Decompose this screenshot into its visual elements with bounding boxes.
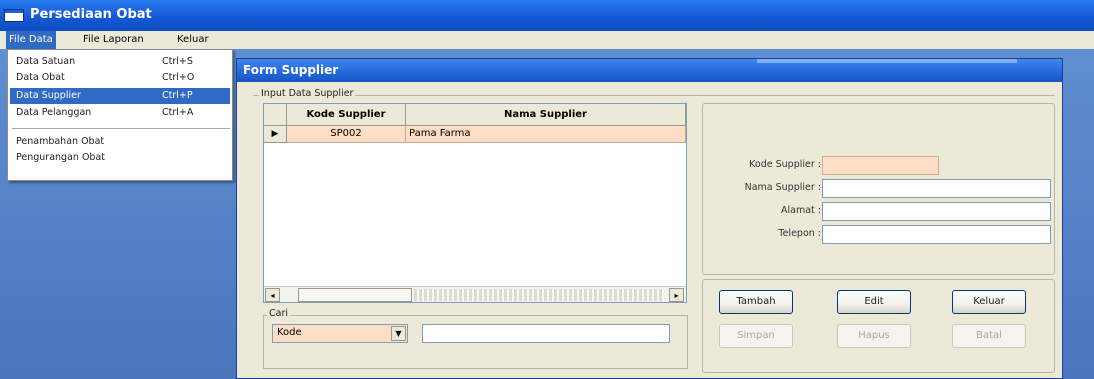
scroll-right-arrow-icon[interactable]: ▸ bbox=[669, 288, 684, 302]
titlebar-glow bbox=[757, 59, 1017, 63]
supplier-detail-panel: Kode Supplier : Nama Supplier : Alamat :… bbox=[702, 103, 1055, 275]
nama-supplier-label: Nama Supplier : bbox=[744, 182, 821, 193]
telepon-label: Telepon : bbox=[778, 228, 821, 239]
menubar: File Data File Laporan Keluar bbox=[0, 31, 1094, 49]
cari-combo-value: Kode bbox=[277, 327, 302, 338]
menu-item-label: Penambahan Obat bbox=[16, 136, 105, 147]
alamat-input[interactable] bbox=[822, 202, 1051, 221]
kode-supplier-input[interactable] bbox=[822, 156, 939, 175]
cari-combo[interactable]: Kode ▼ bbox=[272, 324, 408, 343]
batal-button[interactable]: Batal bbox=[952, 324, 1026, 348]
menu-item-shortcut: Ctrl+O bbox=[162, 72, 195, 83]
menu-item-data-obat[interactable]: Data Obat Ctrl+O bbox=[10, 70, 230, 86]
edit-button[interactable]: Edit bbox=[837, 290, 911, 314]
menu-file-data[interactable]: File Data bbox=[6, 31, 56, 49]
cari-input[interactable] bbox=[422, 324, 670, 343]
menu-separator bbox=[12, 128, 230, 129]
scroll-thumb[interactable] bbox=[298, 288, 412, 302]
tambah-button[interactable]: Tambah bbox=[719, 290, 793, 314]
app-window-icon bbox=[4, 9, 24, 22]
menu-item-label: Data Supplier bbox=[16, 90, 81, 101]
grid-column-header-kode[interactable]: Kode Supplier bbox=[287, 104, 406, 126]
hapus-button[interactable]: Hapus bbox=[837, 324, 911, 348]
form-titlebar: Form Supplier bbox=[237, 59, 1062, 82]
menu-keluar[interactable]: Keluar bbox=[174, 31, 212, 49]
scroll-track[interactable] bbox=[414, 289, 664, 301]
menu-item-pengurangan-obat[interactable]: Pengurangan Obat bbox=[10, 150, 230, 166]
menu-item-shortcut: Ctrl+S bbox=[162, 56, 193, 67]
kode-supplier-label: Kode Supplier : bbox=[749, 159, 821, 170]
main-titlebar: Persediaan Obat bbox=[0, 0, 1094, 31]
grid-cell-kode[interactable]: SP002 bbox=[287, 126, 406, 143]
menu-item-shortcut: Ctrl+A bbox=[162, 107, 194, 118]
cari-label: Cari bbox=[267, 308, 290, 319]
form-supplier-window: Form Supplier Input Data Supplier Kode S… bbox=[236, 58, 1063, 379]
menu-item-data-supplier[interactable]: Data Supplier Ctrl+P bbox=[10, 88, 230, 104]
grid-cell-nama[interactable]: Pama Farma bbox=[406, 126, 686, 143]
menu-item-data-satuan[interactable]: Data Satuan Ctrl+S bbox=[10, 54, 230, 70]
cari-groupbox: Kode ▼ bbox=[263, 315, 688, 369]
chevron-down-icon[interactable]: ▼ bbox=[391, 326, 406, 341]
scroll-left-arrow-icon[interactable]: ◂ bbox=[265, 288, 280, 302]
alamat-label: Alamat : bbox=[781, 205, 821, 216]
nama-supplier-input[interactable] bbox=[822, 179, 1051, 198]
form-title: Form Supplier bbox=[243, 63, 339, 77]
action-buttons-panel: Tambah Edit Keluar Simpan Hapus Batal bbox=[702, 279, 1055, 373]
menu-item-label: Pengurangan Obat bbox=[16, 152, 106, 163]
grid-row-header-corner bbox=[264, 104, 287, 126]
menu-item-shortcut: Ctrl+P bbox=[162, 90, 193, 101]
group-border bbox=[253, 95, 1055, 96]
menu-file-laporan[interactable]: File Laporan bbox=[80, 31, 147, 49]
group-input-data-supplier-label: Input Data Supplier bbox=[259, 88, 356, 99]
menu-item-label: Data Satuan bbox=[16, 56, 76, 67]
menu-item-label: Data Pelanggan bbox=[16, 107, 92, 118]
menu-item-data-pelanggan[interactable]: Data Pelanggan Ctrl+A bbox=[10, 105, 230, 121]
grid-horizontal-scrollbar[interactable]: ◂ ▸ bbox=[264, 286, 686, 302]
keluar-button[interactable]: Keluar bbox=[952, 290, 1026, 314]
file-data-dropdown: Data Satuan Ctrl+S Data Obat Ctrl+O Data… bbox=[7, 49, 233, 181]
menu-item-penambahan-obat[interactable]: Penambahan Obat bbox=[10, 134, 230, 150]
simpan-button[interactable]: Simpan bbox=[719, 324, 793, 348]
supplier-grid[interactable]: Kode Supplier Nama Supplier ▶ SP002 Pama… bbox=[263, 103, 687, 303]
menu-item-label: Data Obat bbox=[16, 72, 65, 83]
grid-column-header-nama[interactable]: Nama Supplier bbox=[406, 104, 686, 126]
grid-row-marker[interactable]: ▶ bbox=[264, 126, 287, 143]
main-window-title: Persediaan Obat bbox=[30, 7, 152, 22]
telepon-input[interactable] bbox=[822, 225, 1051, 244]
